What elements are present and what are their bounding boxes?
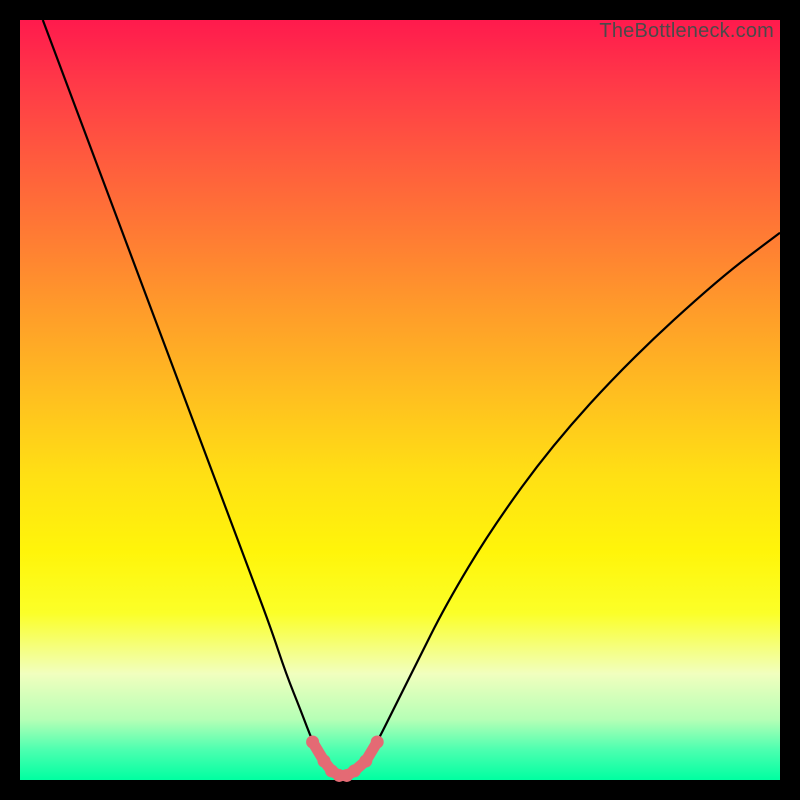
floor-marker-dot <box>306 736 319 749</box>
curve-layer <box>20 20 780 780</box>
floor-marker-dot <box>371 736 384 749</box>
plot-area: TheBottleneck.com <box>20 20 780 780</box>
bottleneck-curve <box>43 20 780 775</box>
floor-marker-dot <box>359 755 372 768</box>
chart-frame: TheBottleneck.com <box>0 0 800 800</box>
floor-markers <box>306 736 384 782</box>
floor-marker-dot <box>348 764 361 777</box>
